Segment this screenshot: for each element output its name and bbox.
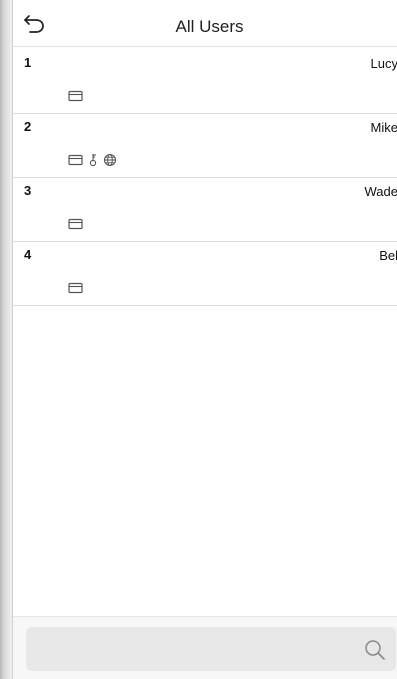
user-row-3[interactable]: 3 Wade	[13, 178, 397, 242]
search-area	[13, 617, 397, 679]
search-bar[interactable]	[26, 627, 396, 673]
user-name: Mike	[370, 120, 397, 135]
search-button[interactable]	[363, 638, 387, 662]
user-credentials	[68, 281, 83, 295]
user-name: Wade	[364, 184, 397, 199]
globe-icon	[103, 153, 117, 167]
user-id: 3	[24, 183, 32, 198]
left-frame-shadow	[0, 0, 12, 679]
user-credentials	[68, 217, 83, 231]
card-icon	[68, 282, 83, 294]
header: All Users	[13, 0, 397, 47]
user-row-2[interactable]: 2 Mike	[13, 114, 397, 178]
user-row-1[interactable]: 1 Lucy	[13, 50, 397, 114]
card-icon	[68, 154, 83, 166]
user-id: 1	[24, 55, 32, 70]
device-screen: All Users 1 Lucy 2 Mike 3 Wade 4 Bel	[12, 0, 397, 679]
user-name: Bel	[379, 248, 397, 263]
page-title: All Users	[175, 17, 244, 36]
user-id: 4	[24, 247, 32, 262]
user-name: Lucy	[370, 56, 397, 71]
user-row-4[interactable]: 4 Bel	[13, 242, 397, 306]
key-icon	[89, 154, 97, 167]
user-credentials	[68, 89, 83, 103]
user-credentials	[68, 153, 117, 167]
user-id: 2	[24, 119, 32, 134]
search-icon	[365, 640, 385, 660]
search-input[interactable]	[36, 627, 340, 673]
card-icon	[68, 90, 83, 102]
card-icon	[68, 218, 83, 230]
user-list: 1 Lucy 2 Mike 3 Wade 4 Bel	[13, 50, 397, 306]
